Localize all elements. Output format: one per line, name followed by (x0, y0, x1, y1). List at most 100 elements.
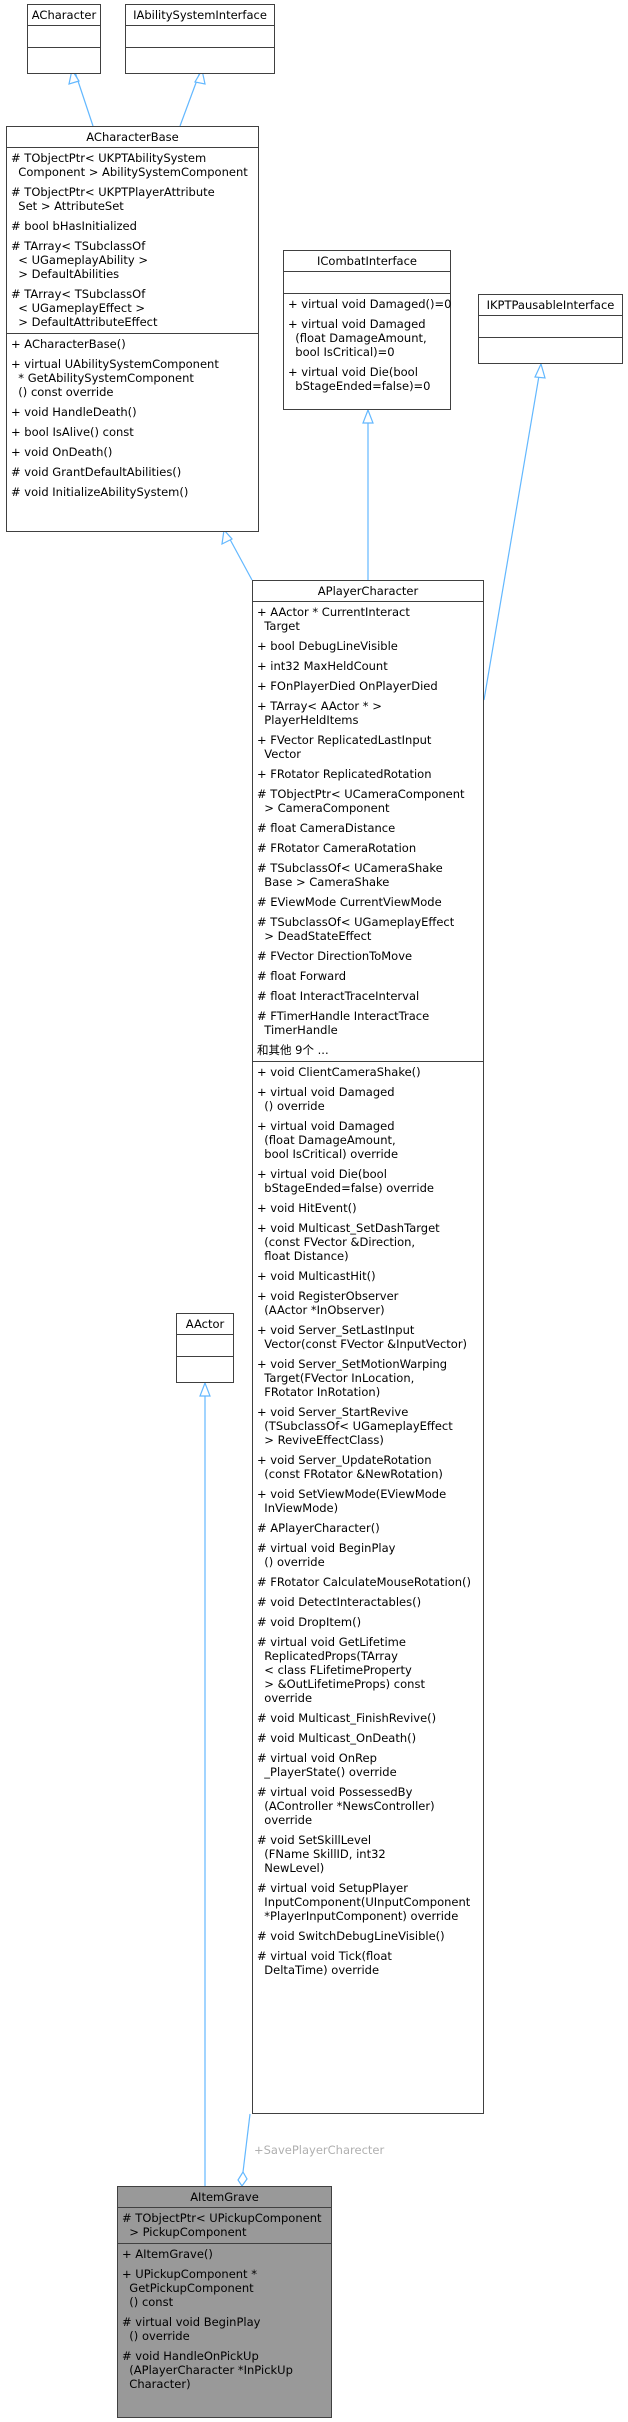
edge-arrowhead (221, 528, 233, 546)
method-row: + virtual void Damaged()=0 (288, 297, 452, 311)
method-row: # void HandleOnPickUp (APlayerCharacter … (122, 2349, 293, 2391)
method-row: + void Server_SetMotionWarping Target(FV… (257, 1357, 448, 1399)
method-row: # FRotator CalculateMouseRotation() (257, 1575, 471, 1589)
method-row: + virtual UAbilitySystemComponent * GetA… (11, 357, 219, 399)
edge-arrowhead (199, 1381, 211, 1397)
class-iability-methods (126, 48, 274, 69)
class-acharacter[interactable]: ACharacter (27, 4, 101, 74)
attribute-row: # TSubclassOf< UCameraShake Base > Camer… (257, 861, 443, 889)
attribute-row: + AActor * CurrentInteract Target (257, 605, 410, 633)
attribute-row: # float CameraDistance (257, 821, 396, 835)
class-aactor[interactable]: AActor (176, 1313, 234, 1383)
class-acharbase-attrs: # TObjectPtr< UKPTAbilitySystem Componen… (7, 148, 258, 334)
class-aitemgrave-attrs: # TObjectPtr< UPickupComponent > PickupC… (118, 2208, 331, 2244)
method-row: # void Multicast_OnDeath() (257, 1731, 417, 1745)
edge-arrowhead (362, 408, 374, 424)
method-row: # virtual void BeginPlay () override (257, 1541, 396, 1569)
method-row: + void Multicast_SetDashTarget (const FV… (257, 1221, 440, 1263)
method-row: + void HitEvent() (257, 1201, 357, 1215)
method-row: + void HandleDeath() (11, 405, 137, 419)
class-iability-title: IAbilitySystemInterface (126, 5, 274, 26)
attribute-row: # TObjectPtr< UPickupComponent > PickupC… (122, 2211, 322, 2239)
class-aplayer-methods: + void ClientCameraShake() + virtual voi… (253, 1062, 483, 1981)
attribute-row: + TArray< AActor * > PlayerHeldItems (257, 699, 382, 727)
method-row: # void Multicast_FinishRevive() (257, 1711, 437, 1725)
attribute-row: # TObjectPtr< UKPTAbilitySystem Componen… (11, 151, 248, 179)
attribute-row: # TObjectPtr< UCameraComponent > CameraC… (257, 787, 465, 815)
attribute-row: # TObjectPtr< UKPTPlayerAttribute Set > … (11, 185, 215, 213)
class-aplayer-title: APlayerCharacter (253, 581, 483, 602)
method-row: + void Server_SetLastInput Vector(const … (257, 1323, 468, 1351)
class-acharacter-title: ACharacter (28, 5, 100, 26)
class-acharacter-attrs (28, 26, 100, 48)
attribute-row: + bool DebugLineVisible (257, 639, 398, 653)
class-ipausable-methods (479, 338, 622, 359)
method-row: # void InitializeAbilitySystem() (11, 485, 189, 499)
method-row: # void SwitchDebugLineVisible() (257, 1929, 445, 1943)
class-aactor-methods (177, 1357, 233, 1378)
class-acharbase-title: ACharacterBase (7, 127, 258, 148)
method-row: # void SetSkillLevel (FName SkillID, int… (257, 1833, 386, 1875)
attribute-row: # FTimerHandle InteractTrace TimerHandle (257, 1009, 430, 1037)
method-row: + virtual void Die(bool bStageEnded=fals… (288, 365, 431, 393)
method-row: # virtual void GetLifetime ReplicatedPro… (257, 1635, 425, 1705)
class-acharbase-methods: + ACharacterBase() + virtual UAbilitySys… (7, 334, 258, 503)
method-row: + void RegisterObserver (AActor *InObser… (257, 1289, 399, 1317)
attribute-row: # TArray< TSubclassOf < UGameplayEffect … (11, 287, 158, 329)
class-aitemgrave-title: AItemGrave (118, 2187, 331, 2208)
method-row: + void MulticastHit() (257, 1269, 376, 1283)
more-attributes-link[interactable]: 和其他 9个 ... (257, 1043, 479, 1057)
class-icombat-attrs (284, 272, 450, 294)
method-row: + void ClientCameraShake() (257, 1065, 421, 1079)
method-row: # APlayerCharacter() (257, 1521, 380, 1535)
attribute-row: # TArray< TSubclassOf < UGameplayAbility… (11, 239, 148, 281)
class-aactor-attrs (177, 1335, 233, 1357)
class-aitemgrave-methods: + AItemGrave() + UPickupComponent * GetP… (118, 2244, 331, 2395)
class-iabilitysysteminterface[interactable]: IAbilitySystemInterface (125, 4, 275, 74)
class-aactor-title: AActor (177, 1314, 233, 1335)
attribute-row: + FVector ReplicatedLastInput Vector (257, 733, 432, 761)
attribute-row: + FOnPlayerDied OnPlayerDied (257, 679, 438, 693)
attribute-row: + int32 MaxHeldCount (257, 659, 388, 673)
class-icombat-title: ICombatInterface (284, 251, 450, 272)
method-row: # virtual void PossessedBy (AController … (257, 1785, 435, 1827)
attribute-row: # FRotator CameraRotation (257, 841, 417, 855)
method-row: + void SetViewMode(EViewMode InViewMode) (257, 1487, 447, 1515)
method-row: # void DetectInteractables() (257, 1595, 422, 1609)
attribute-row: # float InteractTraceInterval (257, 989, 420, 1003)
attribute-row: # bool bHasInitialized (11, 219, 137, 233)
association-diamond (237, 2170, 248, 2188)
attribute-row: # EViewMode CurrentViewMode (257, 895, 442, 909)
method-row: + virtual void Die(bool bStageEnded=fals… (257, 1167, 434, 1195)
method-row: + virtual void Damaged (float DamageAmou… (288, 317, 427, 359)
method-row: # virtual void OnRep _PlayerState() over… (257, 1751, 397, 1779)
class-acharacter-methods (28, 48, 100, 69)
class-ipausable-title: IKPTPausableInterface (479, 295, 622, 316)
method-row: + void Server_UpdateRotation (const FRot… (257, 1453, 443, 1481)
method-row: # void DropItem() (257, 1615, 362, 1629)
class-acharacterbase[interactable]: ACharacterBase # TObjectPtr< UKPTAbility… (6, 126, 259, 532)
edge-arrowhead (534, 362, 546, 379)
method-row: # virtual void BeginPlay () override (122, 2315, 261, 2343)
class-icombat-methods: + virtual void Damaged()=0 + virtual voi… (284, 294, 452, 397)
association-label: +SavePlayerCharecter (254, 2143, 385, 2157)
class-ipausable-attrs (479, 316, 622, 338)
method-row: + void OnDeath() (11, 445, 113, 459)
method-row: + bool IsAlive() const (11, 425, 134, 439)
method-row: # virtual void Tick(float DeltaTime) ove… (257, 1949, 392, 1977)
attribute-row: # float Forward (257, 969, 347, 983)
edge-association-saveplayer (242, 2113, 251, 2173)
method-row: + virtual void Damaged () override (257, 1085, 395, 1113)
edge-aplayer-to-ipausable (483, 363, 542, 701)
method-row: # virtual void SetupPlayer InputComponen… (257, 1881, 471, 1923)
method-row: + AItemGrave() (122, 2247, 213, 2261)
class-ikptpausableinterface[interactable]: IKPTPausableInterface (478, 294, 623, 364)
method-row: + virtual void Damaged (float DamageAmou… (257, 1119, 399, 1161)
attribute-row: # FVector DirectionToMove (257, 949, 413, 963)
class-icombatinterface[interactable]: ICombatInterface + virtual void Damaged(… (283, 250, 451, 410)
class-iability-attrs (126, 26, 274, 48)
method-row: + UPickupComponent * GetPickupComponent … (122, 2267, 257, 2309)
method-row: + void Server_StartRevive (TSubclassOf< … (257, 1405, 453, 1447)
class-aplayercharacter[interactable]: APlayerCharacter + AActor * CurrentInter… (252, 580, 484, 2114)
class-aitemgrave[interactable]: AItemGrave # TObjectPtr< UPickupComponen… (117, 2186, 332, 2418)
